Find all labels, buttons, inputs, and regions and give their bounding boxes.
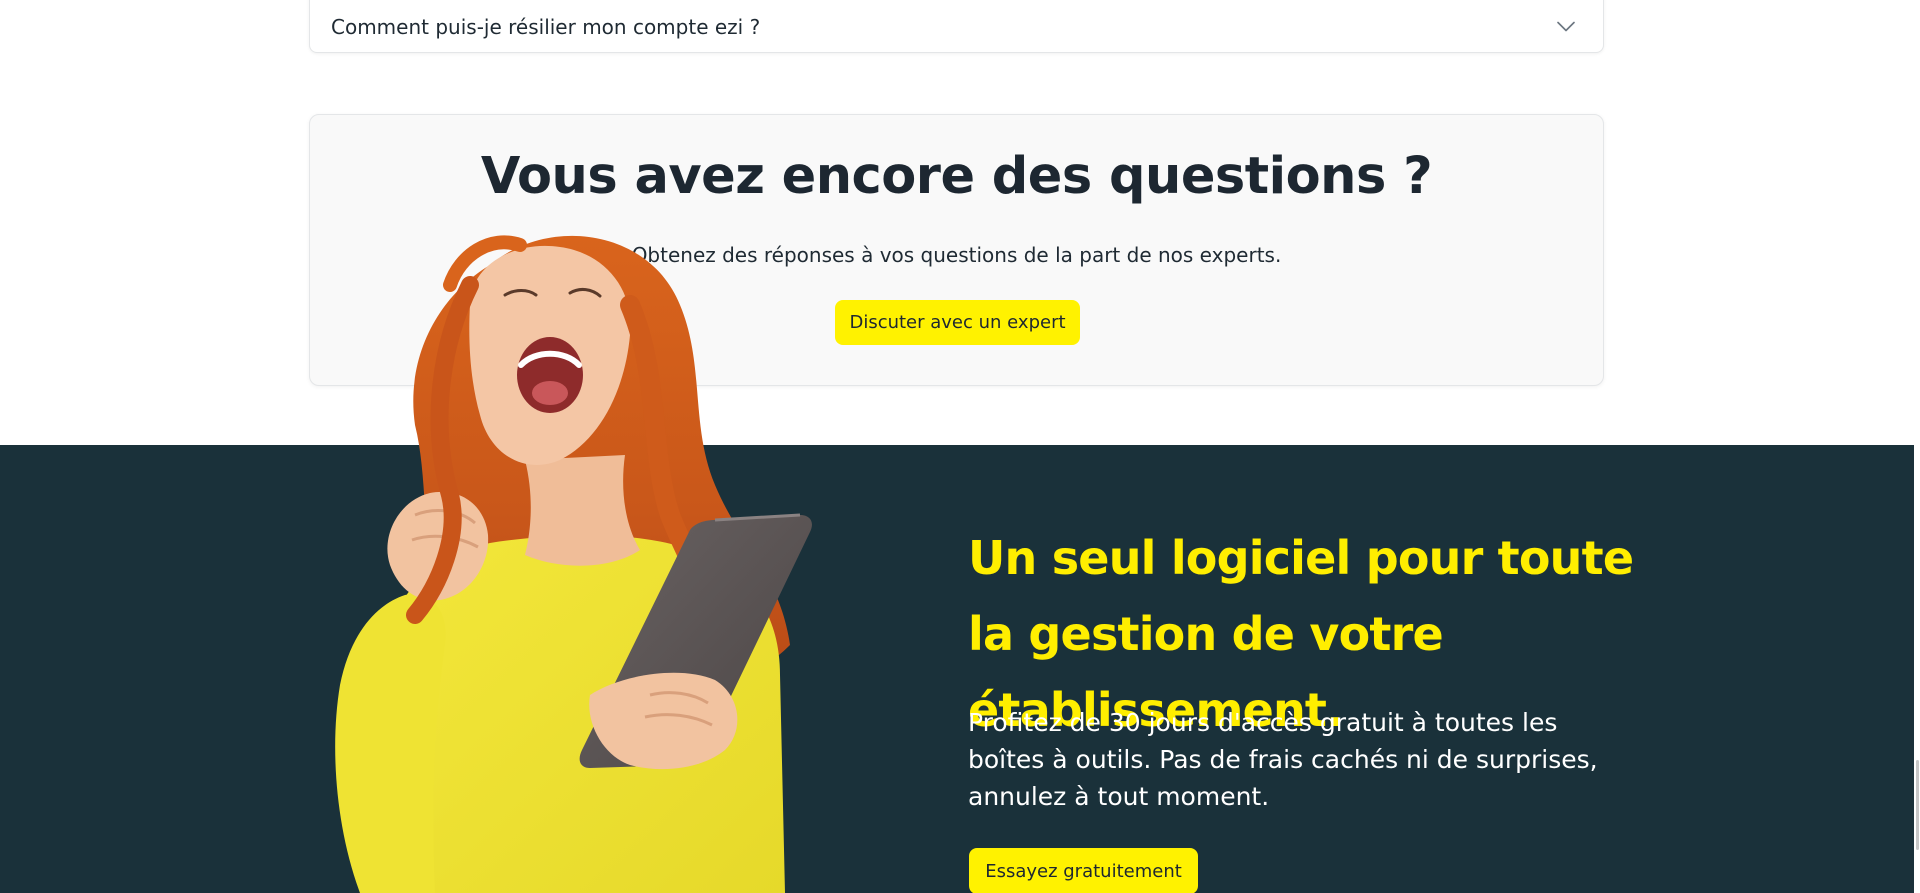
faq-question: Comment puis-je résilier mon compte ezi … xyxy=(331,14,761,39)
faq-item-cancel-account[interactable]: Comment puis-je résilier mon compte ezi … xyxy=(309,0,1604,53)
questions-title: Vous avez encore des questions ? xyxy=(480,147,1433,206)
woman-celebrating-illustration xyxy=(320,225,960,893)
free-trial-button[interactable]: Essayez gratuitement xyxy=(969,848,1198,893)
scrollbar-thumb[interactable] xyxy=(1916,760,1919,850)
page: Comment puis-je résilier mon compte ezi … xyxy=(0,0,1920,893)
chevron-down-icon[interactable] xyxy=(1555,16,1577,38)
promo-text: Profitez de 30 jours d'accès gratuit à t… xyxy=(968,708,1598,811)
